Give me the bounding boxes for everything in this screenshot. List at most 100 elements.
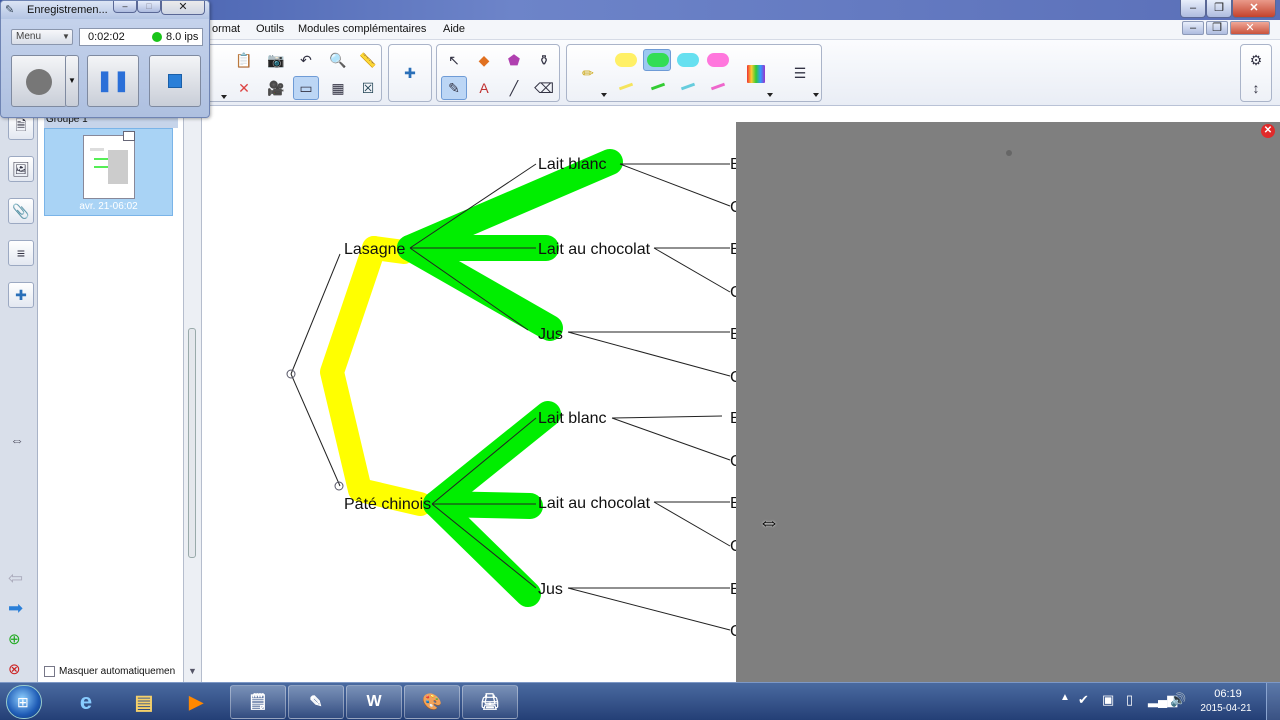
ruler-icon[interactable]: 📏: [355, 48, 381, 72]
taskbar-tool-app[interactable]: 🖨: [462, 685, 518, 719]
move-toolbar-icon[interactable]: ↕: [1243, 76, 1269, 100]
clock-date[interactable]: 2015-04-21: [1196, 703, 1256, 714]
internet-explorer-icon[interactable]: e: [58, 685, 114, 719]
taskbar-recorder-app[interactable]: ✎: [288, 685, 344, 719]
add-page-icon[interactable]: ⊕: [8, 630, 21, 648]
record-button[interactable]: [11, 55, 67, 107]
recorder-title-bar[interactable]: ✎ Enregistremen... ‒ □ ✕: [1, 1, 209, 19]
shapes-icon[interactable]: ◆: [471, 48, 497, 72]
clock-time[interactable]: 06:19: [1200, 688, 1256, 700]
move-sidebar-icon[interactable]: ⇔: [10, 432, 24, 448]
pink-pen-swatch[interactable]: [707, 53, 729, 67]
addons-icon[interactable]: ✚: [8, 282, 34, 308]
thumbnail-menu-button[interactable]: [123, 131, 135, 141]
panel-splitter[interactable]: ▼: [184, 106, 202, 682]
taskbar-notebook-app[interactable]: 🗒: [230, 685, 286, 719]
minimize-button[interactable]: ‒: [1180, 0, 1206, 18]
undo-icon[interactable]: ↶: [293, 48, 319, 72]
thumb-shade: [108, 150, 128, 184]
recorder-close-button[interactable]: ✕: [161, 1, 205, 15]
maximize-button[interactable]: ❐: [1206, 0, 1232, 18]
close-shade-icon[interactable]: ✕: [1261, 124, 1275, 138]
taskbar-paint-app[interactable]: 🎨: [404, 685, 460, 719]
screen-capture-icon[interactable]: 📷: [263, 48, 289, 72]
yellow-line-swatch[interactable]: [618, 82, 634, 91]
table-icon[interactable]: ▦: [325, 76, 351, 100]
gallery-icon[interactable]: 🖼: [8, 156, 34, 182]
chevron-down-icon[interactable]: [601, 93, 607, 97]
autohide-checkbox[interactable]: [44, 666, 55, 677]
chevron-down-icon[interactable]: [221, 95, 227, 99]
node-label-pate-chinois: Pâté chinois: [344, 496, 431, 513]
next-page-icon[interactable]: ➡: [8, 598, 23, 619]
puzzle-icon[interactable]: ✚: [397, 61, 423, 85]
screen-shade[interactable]: ⇔: [736, 122, 1280, 682]
tray-app-icon[interactable]: ✔: [1078, 692, 1089, 708]
battery-icon[interactable]: ▯: [1126, 692, 1133, 708]
doc-close-button[interactable]: ✕: [1230, 21, 1270, 35]
tree-line: [619, 163, 731, 207]
menu-outils[interactable]: Outils: [256, 23, 284, 35]
record-options-button[interactable]: ▼: [65, 55, 79, 107]
volume-icon[interactable]: 🔊: [1170, 692, 1186, 708]
toolbar-group-edit: 📋 📷 ↶ 🔍 📏 ✕ 🎥 ▭ ▦ ☒: [200, 44, 382, 102]
pink-line-swatch[interactable]: [710, 82, 726, 91]
pen-icon[interactable]: ✎: [441, 76, 467, 100]
tray-update-icon[interactable]: ▣: [1102, 692, 1114, 708]
shade-handle-dot[interactable]: [1006, 150, 1012, 156]
delete-page-icon[interactable]: ⊗: [8, 660, 21, 678]
green-pen-swatch[interactable]: [647, 53, 669, 67]
screen-shade-icon[interactable]: ▭: [293, 76, 319, 100]
node-label-lait-chocolat-2: Lait au chocolat: [538, 495, 651, 512]
stop-button[interactable]: [149, 55, 201, 107]
line-icon[interactable]: ╱: [501, 76, 527, 100]
menu-format[interactable]: ormat: [212, 23, 240, 35]
doc-restore-button[interactable]: ❐: [1206, 21, 1228, 35]
menu-aide[interactable]: Aide: [443, 23, 465, 35]
toolbar-group-addons: ✚: [388, 44, 432, 102]
fill-icon[interactable]: ⚱: [531, 48, 557, 72]
scrollbar-thumb[interactable]: [188, 328, 196, 558]
recorder-minimize-button[interactable]: ‒: [113, 1, 137, 13]
document-camera-icon[interactable]: 🎥: [263, 76, 289, 100]
cyan-line-swatch[interactable]: [680, 82, 696, 91]
eraser-shape-icon[interactable]: ⬟: [501, 48, 527, 72]
color-palette-icon[interactable]: [747, 65, 765, 83]
properties-icon[interactable]: ≡: [8, 240, 34, 266]
recorder-maximize-button[interactable]: □: [137, 1, 161, 13]
gear-icon[interactable]: ⚙: [1243, 48, 1269, 72]
green-line-swatch[interactable]: [650, 82, 666, 91]
start-button[interactable]: ⊞: [6, 685, 42, 719]
chevron-down-icon[interactable]: [813, 93, 819, 97]
page-thumbnail[interactable]: avr. 21-06:02: [44, 128, 173, 216]
file-explorer-icon[interactable]: ▤: [116, 685, 172, 719]
node-label-jus-1: Jus: [538, 326, 563, 343]
show-desktop-button[interactable]: [1266, 683, 1280, 720]
tray-expand-icon[interactable]: ▲: [1060, 692, 1070, 703]
line-style-icon[interactable]: ☰: [787, 61, 813, 85]
scroll-down-icon[interactable]: ▼: [188, 666, 197, 676]
menu-modules[interactable]: Modules complémentaires: [298, 23, 426, 35]
doc-minimize-button[interactable]: ‒: [1182, 21, 1204, 35]
node-label-lait-blanc-1: Lait blanc: [538, 156, 607, 173]
zoom-icon[interactable]: 🔍: [325, 48, 351, 72]
chevron-down-icon[interactable]: [767, 93, 773, 97]
eraser-icon[interactable]: ⌫: [531, 76, 557, 100]
attachments-icon[interactable]: 📎: [8, 198, 34, 224]
select-arrow-icon[interactable]: ↖: [441, 48, 467, 72]
chevron-down-icon: ▼: [68, 76, 76, 85]
text-icon[interactable]: A: [471, 76, 497, 100]
media-player-icon[interactable]: ▶: [174, 685, 218, 719]
close-window-button[interactable]: ✕: [1232, 0, 1276, 18]
paste-icon[interactable]: 📋: [231, 48, 257, 72]
tree-line: [611, 417, 731, 461]
pause-button[interactable]: ❚❚: [87, 55, 139, 107]
recorder-menu-dropdown[interactable]: Menu ▼: [11, 29, 73, 45]
yellow-pen-swatch[interactable]: [615, 53, 637, 67]
highlighter-icon[interactable]: ✏: [575, 61, 601, 85]
previous-page-icon[interactable]: ⇦: [8, 568, 23, 589]
taskbar-word-app[interactable]: W: [346, 685, 402, 719]
cyan-pen-swatch[interactable]: [677, 53, 699, 67]
close-box-icon[interactable]: ☒: [355, 76, 381, 100]
delete-icon[interactable]: ✕: [231, 76, 257, 100]
